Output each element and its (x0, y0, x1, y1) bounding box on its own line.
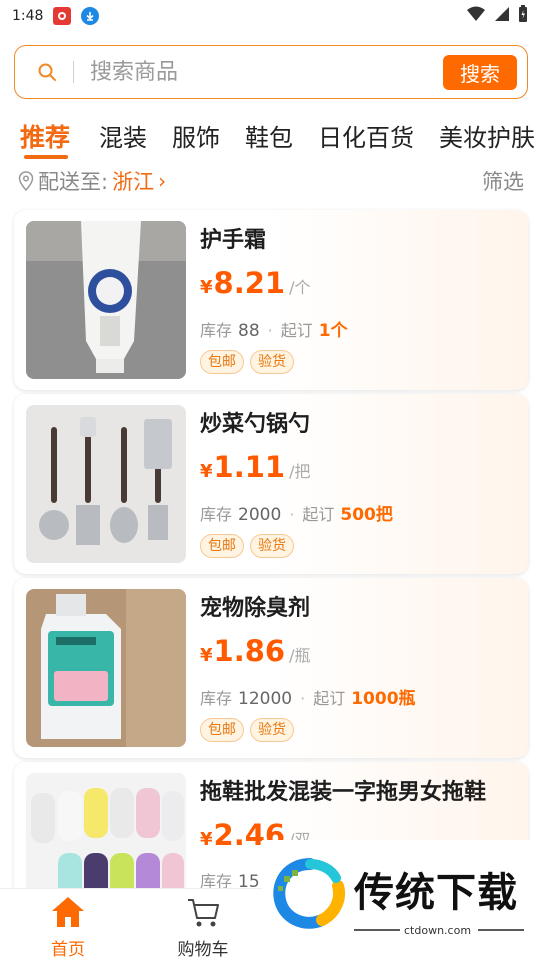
product-card[interactable]: 炒菜勺锅勺 ¥ 1.11 /把 库存 2000 · 起订 500把 包邮 验货 (14, 394, 528, 574)
nav-cart-label: 购物车 (177, 940, 229, 960)
status-time: 1:48 (12, 8, 44, 24)
search-divider (73, 61, 74, 83)
price-row: ¥ 1.11 /把 (200, 450, 311, 484)
stock-label: 库存 (200, 505, 233, 524)
location-selector[interactable]: 浙江 (112, 166, 154, 196)
location-label: 配送至: (38, 170, 109, 194)
stock-label: 库存 (200, 689, 233, 708)
stock-value: 2000 (238, 505, 282, 525)
moq-value: 1个 (318, 321, 348, 341)
chevron-right-icon[interactable]: › (158, 169, 166, 193)
currency-symbol: ¥ (200, 645, 213, 666)
tag-row: 包邮 验货 (200, 718, 294, 742)
moq-value: 1000瓶 (351, 689, 416, 709)
search-input[interactable] (90, 52, 420, 92)
moq-label: 起订 (302, 505, 335, 524)
separator: · (289, 505, 295, 524)
product-name: 拖鞋批发混装一字拖男女拖鞋 (200, 780, 487, 805)
active-tab-indicator (24, 155, 68, 159)
category-tabs: 推荐 混装 服饰 鞋包 日化百货 美妆护肤 (0, 112, 540, 160)
watermark: 传统下载 ctdown.com (262, 840, 540, 960)
price-unit: /把 (289, 462, 311, 481)
watermark-logo-icon (273, 858, 345, 929)
product-name: 护手霜 (200, 228, 267, 253)
tag-inspection: 验货 (250, 350, 294, 374)
tag-row: 包邮 验货 (200, 350, 294, 374)
wifi-icon (466, 6, 486, 26)
location-pin-icon (18, 171, 34, 192)
nav-home-label: 首页 (51, 940, 85, 960)
price-row: ¥ 8.21 /个 (200, 266, 311, 300)
tag-inspection: 验货 (250, 718, 294, 742)
tab-apparel[interactable]: 服饰 (172, 118, 220, 153)
currency-symbol: ¥ (200, 461, 213, 482)
product-price: 8.21 (213, 266, 286, 300)
home-icon (8, 895, 128, 933)
status-bar: 1:48 (0, 0, 540, 32)
price-unit: /瓶 (289, 646, 311, 665)
product-image[interactable] (26, 405, 186, 563)
product-card[interactable]: 护手霜 ¥ 8.21 /个 库存 88 · 起订 1个 包邮 验货 (14, 210, 528, 390)
stock-row: 库存 88 · 起订 1个 (200, 316, 348, 341)
cart-icon (143, 895, 263, 933)
tag-free-shipping: 包邮 (200, 534, 244, 558)
app-notification-icon (53, 7, 72, 25)
stock-value: 12000 (238, 689, 293, 709)
search-icon[interactable] (37, 62, 57, 82)
moq-label: 起订 (313, 689, 346, 708)
tag-free-shipping: 包邮 (200, 718, 244, 742)
price-unit: /个 (289, 278, 311, 297)
tab-recommend[interactable]: 推荐 (20, 118, 70, 154)
product-image[interactable] (26, 221, 186, 379)
stock-row: 库存 2000 · 起订 500把 (200, 500, 393, 525)
currency-symbol: ¥ (200, 829, 213, 850)
moq-value: 500把 (340, 505, 393, 525)
filter-button[interactable]: 筛选 (482, 166, 524, 196)
tab-shoes-bags[interactable]: 鞋包 (245, 118, 293, 153)
watermark-sub: ctdown.com (404, 924, 472, 937)
stock-row: 库存 12000 · 起订 1000瓶 (200, 684, 416, 709)
tab-daily-goods[interactable]: 日化百货 (318, 118, 414, 153)
separator: · (300, 689, 306, 708)
product-price: 1.11 (213, 450, 286, 484)
stock-label: 库存 (200, 321, 233, 340)
nav-cart[interactable]: 购物车 (143, 889, 263, 960)
location-row: 配送至: 浙江 › 筛选 (18, 166, 524, 196)
battery-icon (518, 5, 528, 27)
signal-icon (494, 6, 510, 26)
tab-beauty[interactable]: 美妆护肤 (439, 118, 535, 153)
currency-symbol: ¥ (200, 277, 213, 298)
stock-value: 88 (238, 321, 260, 341)
tab-mixed[interactable]: 混装 (99, 118, 147, 153)
tag-inspection: 验货 (250, 534, 294, 558)
product-price: 1.86 (213, 634, 286, 668)
tag-free-shipping: 包邮 (200, 350, 244, 374)
watermark-text: 传统下载 (354, 870, 518, 916)
search-bar: 搜索 (14, 45, 528, 99)
separator: · (267, 321, 273, 340)
download-icon (81, 7, 100, 25)
product-name: 炒菜勺锅勺 (200, 412, 311, 437)
price-row: ¥ 1.86 /瓶 (200, 634, 311, 668)
moq-label: 起订 (280, 321, 313, 340)
search-button[interactable]: 搜索 (443, 55, 517, 90)
tag-row: 包邮 验货 (200, 534, 294, 558)
nav-home[interactable]: 首页 (8, 889, 128, 960)
product-name: 宠物除臭剂 (200, 596, 311, 621)
product-card[interactable]: 宠物除臭剂 ¥ 1.86 /瓶 库存 12000 · 起订 1000瓶 包邮 验… (14, 578, 528, 758)
product-image[interactable] (26, 589, 186, 747)
